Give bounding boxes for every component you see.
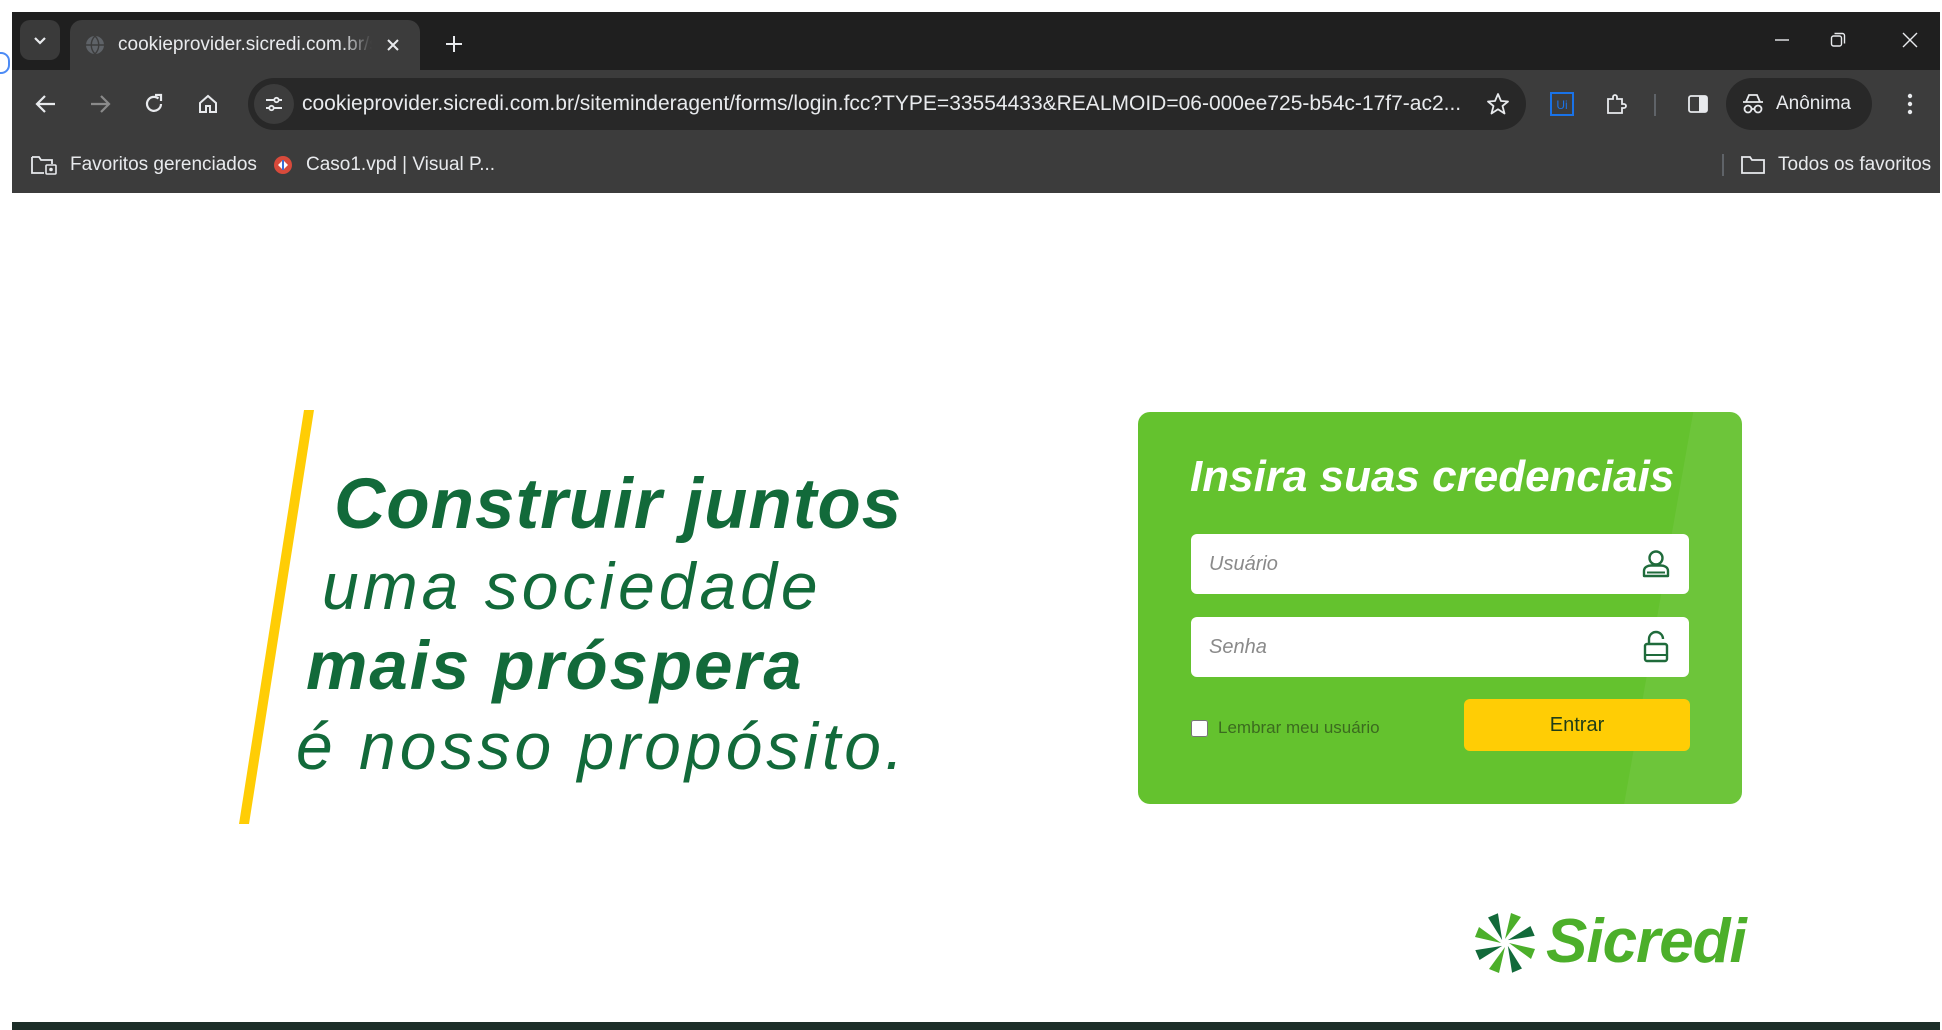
remember-user[interactable]: Lembrar meu usuário bbox=[1191, 718, 1380, 738]
left-window-edge bbox=[0, 0, 11, 1030]
side-panel-icon bbox=[1688, 95, 1708, 113]
forward-icon bbox=[91, 95, 111, 113]
puzzle-extension-icon bbox=[1607, 94, 1627, 114]
slogan-line-2: uma sociedade bbox=[322, 549, 822, 623]
back-button[interactable] bbox=[24, 82, 68, 126]
login-card: Insira suas credenciais Lembrar meu usuá… bbox=[1138, 412, 1742, 804]
user-icon bbox=[1642, 550, 1670, 578]
bookmark-managed-label: Favoritos gerenciados bbox=[70, 154, 257, 175]
browser-menu-button[interactable] bbox=[1890, 84, 1930, 124]
slogan-line-1: Construir juntos bbox=[334, 465, 903, 544]
remember-checkbox[interactable] bbox=[1191, 719, 1208, 737]
close-icon bbox=[387, 39, 399, 51]
bookmark-caso-label: Caso1.vpd | Visual P... bbox=[306, 154, 496, 175]
tab-close-button[interactable] bbox=[380, 32, 406, 58]
password-input[interactable] bbox=[1191, 617, 1629, 677]
globe-icon bbox=[86, 35, 104, 55]
bookmarks-bar: Favoritos gerenciados Caso1.vpd | Visual… bbox=[12, 138, 1940, 193]
tab-search-icon bbox=[34, 37, 46, 45]
side-panel-button[interactable] bbox=[1678, 84, 1718, 124]
url-text[interactable]: cookieprovider.sicredi.com.br/siteminder… bbox=[302, 78, 1462, 130]
tab-title: cookieprovider.sicredi.com.br/siteminder… bbox=[118, 34, 372, 55]
sicredi-logo: Sicredi bbox=[1468, 906, 1748, 980]
folder-icon bbox=[1741, 156, 1765, 174]
uipath-extension-icon: Ui bbox=[1550, 92, 1574, 116]
tab-strip: cookieprovider.sicredi.com.br/siteminder… bbox=[12, 12, 1940, 70]
new-tab-button[interactable] bbox=[436, 26, 472, 62]
star-icon bbox=[1487, 93, 1509, 115]
bookmark-all-label: Todos os favoritos bbox=[1778, 154, 1932, 175]
active-tab[interactable]: cookieprovider.sicredi.com.br/siteminder… bbox=[70, 20, 420, 70]
bookmark-all-folder[interactable]: Todos os favoritos bbox=[1740, 148, 1931, 182]
hero-slogan: Construir juntos uma sociedade mais prós… bbox=[236, 410, 976, 830]
sicredi-wordmark: Sicredi bbox=[1546, 907, 1747, 976]
forward-button[interactable] bbox=[78, 82, 122, 126]
bookmark-managed-folder[interactable]: Favoritos gerenciados bbox=[30, 148, 257, 182]
address-bar[interactable]: cookieprovider.sicredi.com.br/siteminder… bbox=[248, 78, 1526, 130]
site-info-button[interactable] bbox=[254, 84, 294, 124]
bookmark-star-button[interactable] bbox=[1482, 88, 1514, 120]
profile-label: Anônima bbox=[1776, 93, 1851, 114]
bookmark-caso[interactable]: Caso1.vpd | Visual P... bbox=[272, 148, 495, 182]
restore-button[interactable] bbox=[1808, 20, 1868, 60]
managed-folder-icon bbox=[31, 156, 57, 175]
browser-toolbar: cookieprovider.sicredi.com.br/siteminder… bbox=[12, 70, 1940, 138]
plus-icon bbox=[446, 36, 462, 52]
uipath-extension-button[interactable]: Ui bbox=[1542, 84, 1582, 124]
back-icon bbox=[35, 95, 55, 113]
minimize-button[interactable] bbox=[1752, 20, 1812, 60]
lock-icon bbox=[1643, 630, 1669, 663]
home-button[interactable] bbox=[186, 82, 230, 126]
home-icon bbox=[199, 94, 217, 113]
minimize-icon bbox=[1775, 39, 1789, 41]
site-info-icon bbox=[266, 96, 282, 112]
restore-icon bbox=[1830, 32, 1846, 47]
slogan-line-4: é nosso propósito. bbox=[296, 709, 908, 783]
bookmark-favicon bbox=[274, 156, 292, 174]
incognito-profile-button[interactable]: Anônima bbox=[1726, 78, 1872, 130]
incognito-icon bbox=[1743, 94, 1763, 114]
login-title: Insira suas credenciais bbox=[1190, 452, 1675, 501]
password-field[interactable] bbox=[1191, 617, 1689, 677]
bookmarks-separator bbox=[1722, 154, 1724, 176]
reload-button[interactable] bbox=[132, 82, 176, 126]
more-vert-icon bbox=[1907, 93, 1913, 115]
reload-icon bbox=[145, 93, 163, 112]
username-field[interactable] bbox=[1191, 534, 1689, 594]
remember-label: Lembrar meu usuário bbox=[1218, 718, 1380, 737]
slogan-line-3: mais próspera bbox=[306, 627, 804, 704]
toolbar-separator bbox=[1654, 94, 1656, 116]
tab-search-button[interactable] bbox=[20, 20, 60, 60]
login-submit-button[interactable]: Entrar bbox=[1464, 699, 1690, 751]
window-close-icon bbox=[1902, 32, 1918, 48]
page-footer-strip bbox=[12, 1022, 1940, 1030]
window-close-button[interactable] bbox=[1880, 20, 1940, 60]
svg-text:Ui: Ui bbox=[1556, 98, 1567, 112]
browser-chrome: cookieprovider.sicredi.com.br/siteminder… bbox=[12, 12, 1940, 193]
extensions-button[interactable] bbox=[1596, 84, 1636, 124]
window-edge-indicator bbox=[0, 52, 10, 74]
username-input[interactable] bbox=[1191, 534, 1629, 594]
sicredi-logo-icon bbox=[1475, 913, 1535, 973]
